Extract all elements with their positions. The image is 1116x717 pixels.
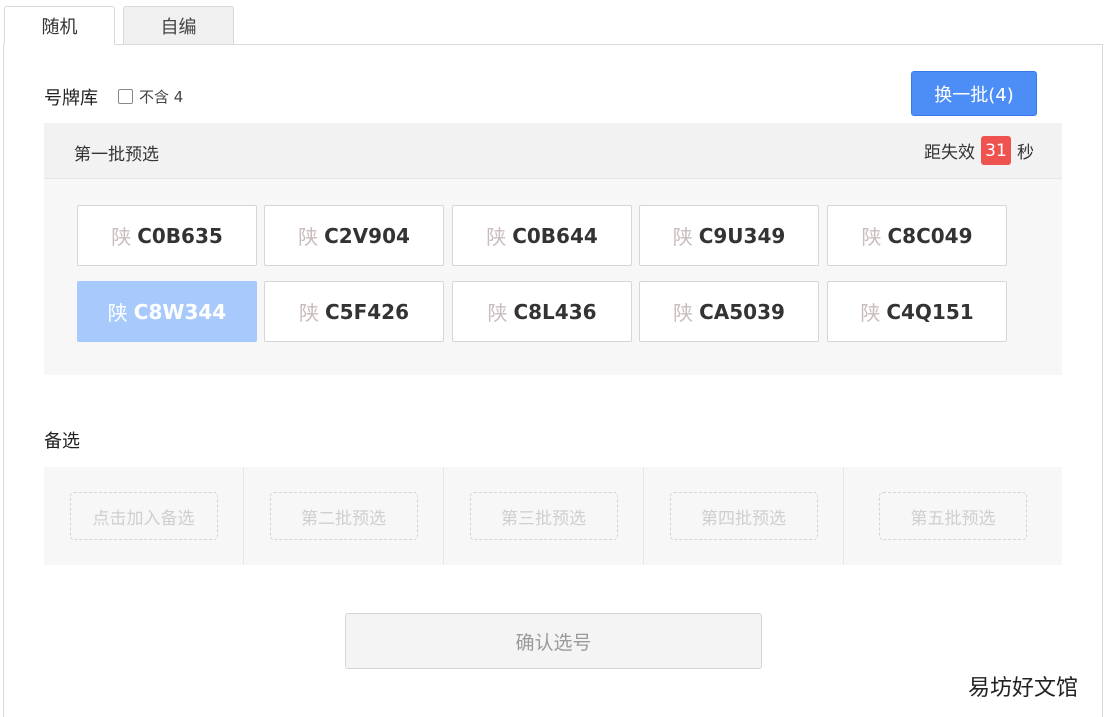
alt-cell: 第三批预选 bbox=[444, 467, 644, 565]
alt-slot-2[interactable]: 第二批预选 bbox=[269, 492, 418, 540]
plate-province: 陕 bbox=[487, 301, 508, 325]
plate-number: C0B644 bbox=[512, 223, 598, 248]
batch-title: 第一批预选 bbox=[74, 145, 159, 165]
plate-number: C2V904 bbox=[324, 223, 410, 248]
tab-custom[interactable]: 自编 bbox=[123, 6, 234, 45]
exclude-four-checkbox[interactable] bbox=[118, 89, 133, 104]
plate-number: C8C049 bbox=[887, 223, 973, 248]
countdown-badge: 31 bbox=[981, 136, 1011, 165]
plate-province: 陕 bbox=[860, 301, 881, 325]
plate-number: C8L436 bbox=[513, 299, 597, 324]
plate-number: CA5039 bbox=[699, 299, 785, 324]
plate-option[interactable]: 陕 C5F426 bbox=[264, 281, 444, 342]
exclude-four-option[interactable]: 不含 4 bbox=[118, 86, 183, 107]
plate-option[interactable]: 陕 C2V904 bbox=[264, 205, 444, 266]
batch-header: 第一批预选 距失效 31 秒 bbox=[44, 123, 1062, 179]
plate-option[interactable]: 陕 C8L436 bbox=[452, 281, 632, 342]
countdown-prefix: 距失效 bbox=[924, 143, 975, 163]
plate-province: 陕 bbox=[861, 225, 882, 249]
alternates-title: 备选 bbox=[44, 431, 80, 452]
alt-cell: 第二批预选 bbox=[244, 467, 444, 565]
countdown-suffix: 秒 bbox=[1017, 143, 1034, 163]
plate-province: 陕 bbox=[486, 225, 507, 249]
alt-cell: 第四批预选 bbox=[644, 467, 844, 565]
plate-province: 陕 bbox=[298, 225, 319, 249]
plate-option[interactable]: 陕 CA5039 bbox=[639, 281, 819, 342]
plate-option[interactable]: 陕 C9U349 bbox=[639, 205, 819, 266]
plate-number: C4Q151 bbox=[886, 299, 974, 324]
plate-number: C9U349 bbox=[698, 223, 786, 248]
confirm-selection-button[interactable]: 确认选号 bbox=[345, 613, 762, 669]
alt-slot-1[interactable]: 点击加入备选 bbox=[69, 492, 218, 540]
plate-number: C8W344 bbox=[133, 299, 227, 324]
plate-option[interactable]: 陕 C4Q151 bbox=[827, 281, 1007, 342]
plate-number: C0B635 bbox=[137, 223, 223, 248]
plate-option[interactable]: 陕 C8C049 bbox=[827, 205, 1007, 266]
alt-slot-3[interactable]: 第三批预选 bbox=[469, 492, 618, 540]
alternates-box: 点击加入备选 第二批预选 第三批预选 第四批预选 第五批预选 bbox=[44, 467, 1062, 565]
exclude-four-label: 不含 4 bbox=[139, 88, 184, 106]
plate-option[interactable]: 陕 C0B644 bbox=[452, 205, 632, 266]
plate-province: 陕 bbox=[298, 301, 319, 325]
plate-province: 陕 bbox=[111, 225, 132, 249]
mode-tabs: 随机 自编 bbox=[4, 6, 234, 45]
plate-province: 陕 bbox=[107, 301, 128, 325]
alt-cell: 第五批预选 bbox=[844, 467, 1062, 565]
watermark: 易坊好文馆 bbox=[968, 676, 1079, 701]
alt-slot-5[interactable]: 第五批预选 bbox=[879, 492, 1027, 540]
plate-library-title: 号牌库 bbox=[44, 88, 98, 109]
batch-box: 第一批预选 距失效 31 秒 陕 C0B635 陕 C2V904 陕 C0B644 陕 C9U… bbox=[44, 123, 1062, 375]
plate-number: C5F426 bbox=[324, 299, 409, 324]
plate-province: 陕 bbox=[673, 301, 694, 325]
plate-option[interactable]: 陕 C0B635 bbox=[77, 205, 257, 266]
countdown: 距失效 31 秒 bbox=[924, 136, 1034, 165]
plate-option[interactable]: 陕 C8W344 bbox=[77, 281, 257, 342]
alt-slot-4[interactable]: 第四批预选 bbox=[669, 492, 818, 540]
tab-random[interactable]: 随机 bbox=[4, 6, 115, 45]
alt-cell: 点击加入备选 bbox=[44, 467, 244, 565]
refresh-batch-button[interactable]: 换一批(4) bbox=[911, 71, 1037, 116]
plate-province: 陕 bbox=[672, 225, 693, 249]
